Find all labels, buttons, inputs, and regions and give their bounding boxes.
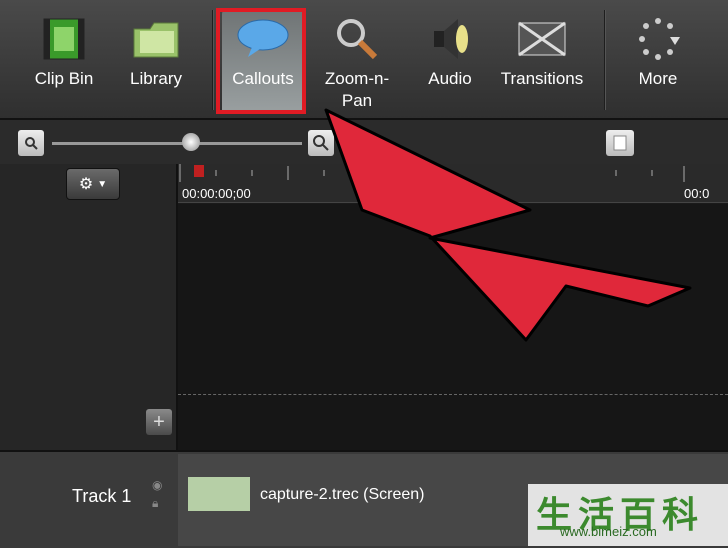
red-pointer-arrow — [324, 108, 692, 342]
watermark-url: www.bimeiz.com — [560, 524, 657, 539]
